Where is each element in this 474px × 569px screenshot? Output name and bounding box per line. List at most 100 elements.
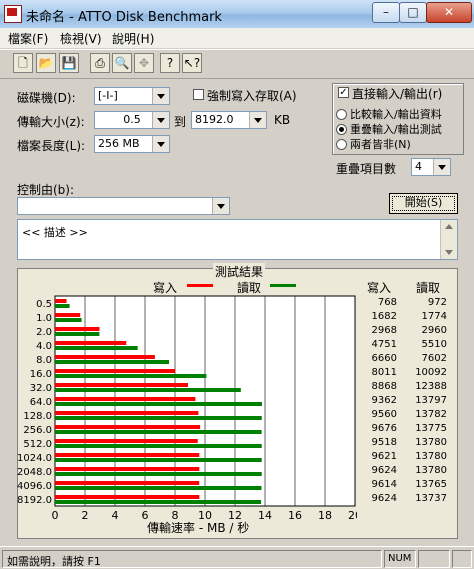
write-bar — [55, 327, 100, 331]
y-tick-label: 32.0 — [30, 383, 52, 394]
drive-select[interactable]: [-I-] — [94, 87, 170, 105]
read-value: 5510 — [421, 339, 447, 350]
write-value: 1682 — [371, 311, 397, 322]
transfer-size-label: 傳輸大小(z): — [17, 115, 85, 129]
read-bar — [55, 458, 262, 462]
close-button[interactable]: ✕ — [426, 2, 472, 23]
write-bar — [55, 383, 189, 387]
read-value: 13780 — [415, 437, 447, 448]
description-textarea[interactable]: << 描述 >> — [17, 219, 458, 260]
read-value: 1774 — [421, 311, 447, 322]
print-icon[interactable]: ⎙ — [90, 53, 110, 73]
force-write-label: 強制寫入存取(A) — [207, 89, 297, 103]
radio-neither[interactable] — [336, 139, 347, 150]
legend-read-swatch — [270, 284, 296, 287]
y-tick-label: 4096.0 — [17, 481, 52, 492]
legend-write-swatch — [187, 284, 213, 287]
read-value: 13797 — [415, 395, 447, 406]
read-value: 7602 — [421, 353, 447, 364]
start-button-label: 開始(S) — [404, 196, 443, 209]
start-button[interactable]: 開始(S) — [389, 193, 458, 214]
queue-depth-select[interactable]: 4 — [411, 158, 451, 176]
menu-help[interactable]: 說明(H) — [112, 30, 154, 47]
to-label: 到 — [174, 115, 187, 129]
chevron-down-icon[interactable] — [152, 136, 169, 152]
x-tick-label: 16 — [288, 509, 302, 522]
chevron-down-icon[interactable] — [152, 112, 169, 128]
y-tick-label: 256.0 — [23, 425, 52, 436]
maximize-button[interactable]: □ — [399, 2, 427, 23]
write-bar — [55, 355, 155, 359]
open-icon[interactable]: 📂 — [36, 53, 56, 73]
app-icon — [4, 5, 22, 23]
save-icon[interactable]: 💾 — [59, 53, 79, 73]
drive-label: 磁碟機(D): — [17, 91, 76, 105]
move-icon[interactable]: ✥ — [134, 53, 154, 73]
read-bar — [55, 304, 70, 308]
y-tick-label: 64.0 — [30, 397, 52, 408]
write-bar — [55, 453, 200, 457]
unit-label: KB — [274, 113, 291, 127]
read-bar — [55, 444, 262, 448]
new-icon[interactable]: 🗋 — [13, 53, 33, 73]
read-value: 13737 — [415, 493, 447, 504]
chevron-down-icon[interactable] — [152, 88, 169, 104]
minimize-button[interactable]: – — [372, 2, 400, 23]
read-value: 2960 — [421, 325, 447, 336]
write-value: 768 — [377, 297, 397, 308]
transfer-to-select[interactable]: 8192.0 — [191, 111, 267, 129]
chevron-down-icon[interactable] — [433, 159, 450, 175]
controlled-by-select[interactable] — [17, 197, 230, 215]
read-bar — [55, 500, 262, 504]
write-value: 4751 — [371, 339, 397, 350]
y-tick-label: 1.0 — [36, 313, 52, 324]
write-bar — [55, 439, 198, 443]
write-bar — [55, 369, 176, 373]
description-scrollbar[interactable] — [440, 220, 457, 259]
chevron-down-icon[interactable] — [212, 198, 229, 214]
write-value: 6660 — [371, 353, 397, 364]
write-value: 9518 — [371, 437, 397, 448]
read-bar — [55, 360, 170, 364]
file-length-value: 256 MB — [98, 137, 140, 150]
y-tick-label: 128.0 — [23, 411, 52, 422]
help-icon[interactable]: ? — [160, 53, 180, 73]
context-help-icon[interactable]: ↖? — [182, 53, 202, 73]
radio-overlapped-label: 重疊輸入/輸出測試 — [350, 123, 442, 136]
direct-io-checkbox[interactable]: ✓ — [338, 87, 349, 98]
x-tick-label: 2 — [82, 509, 89, 522]
resize-grip[interactable] — [452, 550, 472, 568]
menu-view[interactable]: 檢視(V) — [60, 30, 102, 47]
write-value: 9624 — [371, 465, 397, 476]
file-length-select[interactable]: 256 MB — [94, 135, 170, 153]
write-bar — [55, 341, 127, 345]
force-write-checkbox[interactable] — [193, 89, 204, 100]
window-title: 未命名 - ATTO Disk Benchmark — [26, 10, 222, 25]
x-tick-label: 18 — [318, 509, 332, 522]
read-value: 13782 — [415, 409, 447, 420]
read-bar — [55, 430, 262, 434]
x-axis-label: 傳輸速率 - MB / 秒 — [147, 521, 250, 535]
menu-file[interactable]: 檔案(F) — [8, 30, 48, 47]
status-text: 如需說明，請按 F1 — [7, 555, 101, 568]
print-preview-icon[interactable]: 🔍 — [112, 53, 132, 73]
drive-value: [-I-] — [98, 89, 118, 102]
read-value: 13765 — [415, 479, 447, 490]
write-bar — [55, 397, 196, 401]
read-bar — [55, 332, 100, 336]
radio-overlapped[interactable] — [336, 124, 347, 135]
read-value: 972 — [427, 297, 447, 308]
radio-compare[interactable] — [336, 109, 347, 120]
read-bar — [55, 374, 207, 378]
write-bar — [55, 467, 200, 471]
queue-depth-label: 重疊項目數 — [336, 162, 397, 176]
x-tick-label: 0 — [52, 509, 59, 522]
y-tick-label: 2.0 — [36, 327, 52, 338]
write-bar — [55, 411, 199, 415]
chevron-down-icon[interactable] — [249, 112, 266, 128]
transfer-from-value: 0.5 — [123, 113, 141, 126]
y-tick-label: 8192.0 — [17, 495, 52, 506]
transfer-from-select[interactable]: 0.5 — [94, 111, 170, 129]
status-bar: 如需說明，請按 F1 NUM — [0, 546, 474, 569]
write-bar — [55, 425, 201, 429]
